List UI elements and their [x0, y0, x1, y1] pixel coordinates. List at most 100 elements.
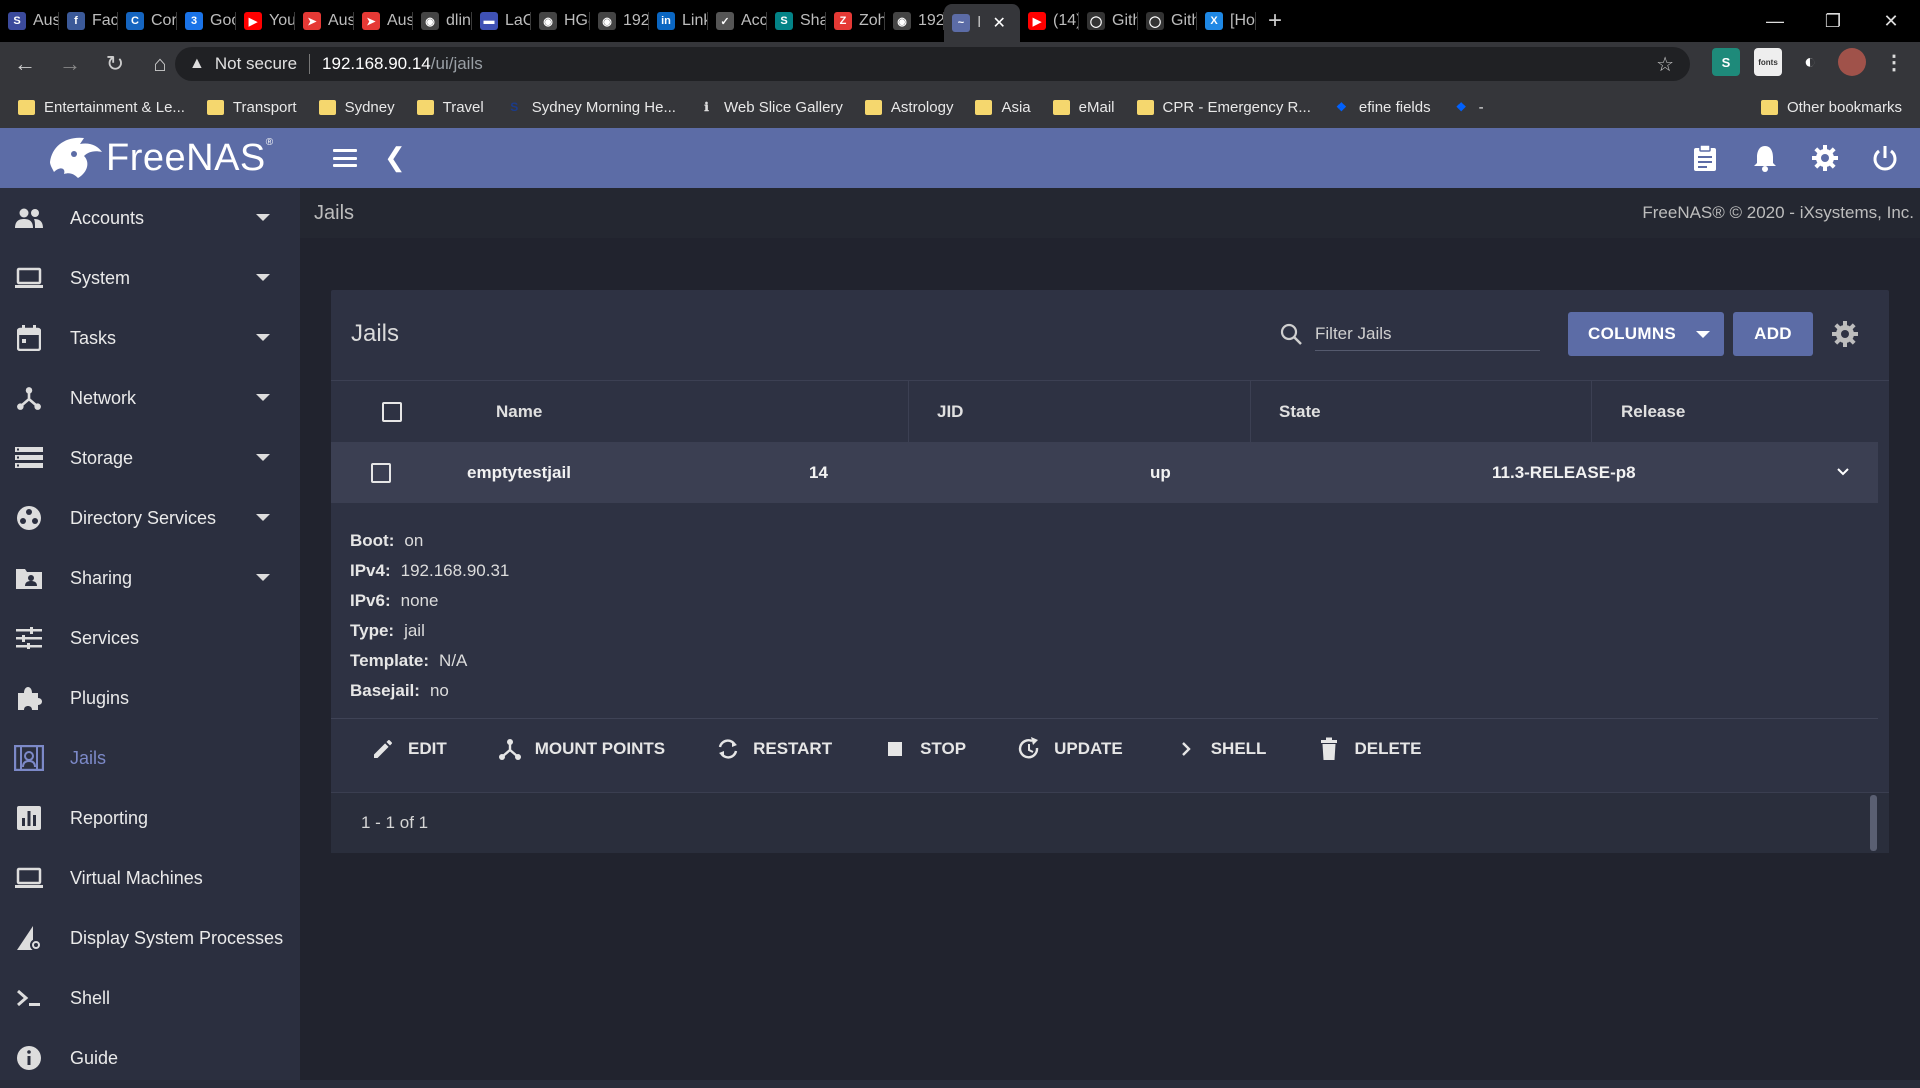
browser-tab[interactable]: 3 Goo [177, 0, 236, 42]
sidebar-item-reporting[interactable]: Reporting [0, 788, 300, 848]
extension-fonts-icon[interactable]: fonts [1754, 48, 1782, 76]
browser-tab[interactable]: C Cor [118, 0, 177, 42]
sidebar-item-storage[interactable]: Storage [0, 428, 300, 488]
browser-tab[interactable]: Z Zoh [826, 0, 885, 42]
bookmark-item[interactable]: ❖ efine fields [1333, 99, 1431, 116]
task-manager-icon[interactable] [1690, 143, 1720, 173]
sidebar-item-plugins[interactable]: Plugins [0, 668, 300, 728]
sidebar-item-accounts[interactable]: Accounts [0, 188, 300, 248]
bookmark-item[interactable]: eMail [1052, 99, 1115, 116]
filter-jails-input[interactable] [1315, 317, 1540, 351]
chart-icon [14, 803, 44, 833]
notifications-bell-icon[interactable] [1750, 143, 1780, 173]
add-jail-button[interactable]: ADD [1733, 312, 1813, 356]
browser-tab[interactable]: ▶ (14) [1020, 0, 1079, 42]
browser-tab[interactable]: f Face [59, 0, 118, 42]
folder-icon [975, 99, 993, 115]
table-settings-gear-icon[interactable] [1831, 320, 1859, 353]
expand-row-chevron-icon[interactable] [1836, 464, 1850, 484]
column-header-name[interactable]: Name [461, 381, 909, 443]
browser-tab[interactable]: ◉ 192 [885, 0, 944, 42]
bookmark-item[interactable]: Travel [416, 99, 484, 116]
update-button[interactable]: UPDATE [1016, 736, 1123, 762]
address-bar[interactable]: ▲ Not secure 192.168.90.14 /ui/jails ☆ [175, 47, 1690, 81]
browser-tab[interactable]: ◉ HG8 [531, 0, 590, 42]
browser-tab[interactable]: ▶ You [236, 0, 295, 42]
column-header-state[interactable]: State [1251, 381, 1592, 443]
other-bookmarks[interactable]: Other bookmarks [1760, 86, 1902, 128]
browser-menu-icon[interactable]: ⋮ [1880, 48, 1908, 76]
browser-tab[interactable]: ◉ dlin [413, 0, 472, 42]
column-header-jid[interactable]: JID [909, 381, 1251, 443]
scrollbar[interactable] [1870, 795, 1877, 851]
extension-s-icon[interactable]: S [1712, 48, 1740, 76]
reload-button[interactable]: ↻ [95, 44, 135, 84]
bookmark-item[interactable]: Entertainment & Le... [18, 99, 185, 116]
column-header-release[interactable]: Release [1592, 381, 1920, 443]
sidebar-item-sharing[interactable]: Sharing [0, 548, 300, 608]
bookmark-item[interactable]: Transport [206, 99, 297, 116]
bookmark-item[interactable]: ❖ - [1453, 99, 1484, 116]
bookmark-item[interactable]: Sydney [318, 99, 395, 116]
sidebar-item-jails[interactable]: Jails [0, 728, 300, 788]
browser-tab[interactable]: ✓ Acc [708, 0, 767, 42]
back-button[interactable]: ← [5, 44, 45, 84]
browser-tab[interactable]: S Aus [0, 0, 59, 42]
home-button[interactable]: ⌂ [140, 44, 180, 84]
power-icon[interactable] [1870, 143, 1900, 173]
close-tab-icon[interactable]: ✕ [992, 13, 1005, 33]
bookmark-star-icon[interactable]: ☆ [1656, 52, 1674, 77]
collapse-sidebar-icon[interactable]: ❮ [384, 142, 406, 173]
forward-button[interactable]: → [50, 44, 90, 84]
mount-points-button[interactable]: MOUNT POINTS [497, 736, 665, 762]
sidebar-item-services[interactable]: Services [0, 608, 300, 668]
browser-tab[interactable]: ◉ 192 [590, 0, 649, 42]
browser-tab[interactable]: in Link [649, 0, 708, 42]
tab-label: (14) [1053, 12, 1079, 29]
bookmark-item[interactable]: S Sydney Morning He... [506, 99, 676, 116]
row-checkbox[interactable] [371, 462, 391, 483]
profile-avatar[interactable] [1838, 48, 1866, 76]
browser-tab[interactable]: ~ I ✕ [944, 4, 1020, 42]
detail-key: IPv6: [350, 591, 391, 610]
sidebar-item-guide[interactable]: Guide [0, 1028, 300, 1088]
bookmark-item[interactable]: Astrology [864, 99, 953, 116]
menu-toggle-button[interactable] [330, 145, 360, 171]
sidebar-item-network[interactable]: Network [0, 368, 300, 428]
tab-label: Goo [210, 12, 236, 29]
sharepoint-icon: S [775, 12, 793, 30]
tab-label: 192 [918, 12, 944, 29]
browser-tab[interactable]: ➤ Aus [354, 0, 413, 42]
freenas-logo[interactable]: FreeNAS® [0, 128, 300, 188]
minimize-button[interactable]: — [1746, 0, 1804, 42]
detail-value: 192.168.90.31 [400, 561, 510, 580]
sidebar-item-system[interactable]: System [0, 248, 300, 308]
new-tab-button[interactable]: + [1256, 0, 1294, 42]
sidebar-item-virtual-machines[interactable]: Virtual Machines [0, 848, 300, 908]
select-all-checkbox[interactable] [382, 402, 402, 422]
restart-button[interactable]: RESTART [715, 736, 832, 762]
table-row[interactable]: emptytestjail 14 up 11.3-RELEASE-p8 [331, 442, 1878, 503]
sidebar-item-display-system-processes[interactable]: Display System Processes [0, 908, 300, 968]
edit-button[interactable]: EDIT [370, 736, 447, 762]
close-window-button[interactable]: ✕ [1862, 0, 1920, 42]
browser-tab[interactable]: ➤ Aus [295, 0, 354, 42]
restore-button[interactable]: ❐ [1804, 0, 1862, 42]
bookmark-item[interactable]: ℹ Web Slice Gallery [698, 99, 843, 116]
stop-button[interactable]: STOP [882, 736, 966, 762]
extension-darkmode-icon[interactable]: ◐ [1796, 48, 1824, 76]
browser-tab[interactable]: ▬ LaC [472, 0, 531, 42]
shell-button[interactable]: SHELL [1173, 736, 1266, 762]
browser-tab[interactable]: ◯ Gith [1138, 0, 1197, 42]
browser-tab[interactable]: ◯ Gith [1079, 0, 1138, 42]
sidebar-item-directory-services[interactable]: Directory Services [0, 488, 300, 548]
delete-button[interactable]: DELETE [1316, 736, 1422, 762]
settings-gear-icon[interactable] [1810, 143, 1840, 173]
browser-tab[interactable]: X [Ho [1197, 0, 1256, 42]
sidebar-item-shell[interactable]: Shell [0, 968, 300, 1028]
bookmark-item[interactable]: CPR - Emergency R... [1136, 99, 1311, 116]
sidebar-item-tasks[interactable]: Tasks [0, 308, 300, 368]
columns-button[interactable]: COLUMNS [1568, 312, 1724, 356]
bookmark-item[interactable]: Asia [975, 99, 1031, 116]
browser-tab[interactable]: S Sha [767, 0, 826, 42]
